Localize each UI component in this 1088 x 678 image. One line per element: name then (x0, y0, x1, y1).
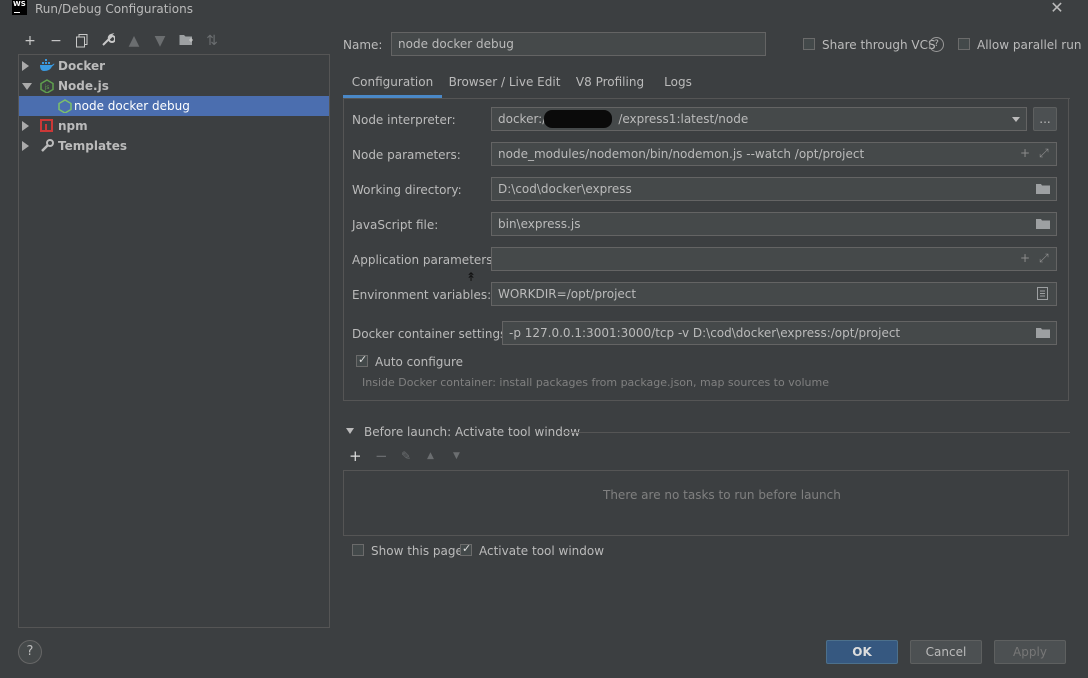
add-icon[interactable]: + (349, 447, 362, 465)
window-title: Run/Debug Configurations (35, 2, 193, 16)
help-button[interactable]: ? (18, 640, 42, 664)
close-icon[interactable]: ✕ (1049, 0, 1065, 16)
node-parameters-label: Node parameters: (352, 148, 461, 162)
edit-list-icon[interactable] (1037, 287, 1048, 303)
tree-item-label: npm (58, 119, 88, 133)
move-down-icon[interactable]: ▼ (453, 451, 460, 461)
before-launch-tasks-list (343, 470, 1069, 536)
auto-configure-label: Auto configure (375, 355, 464, 369)
apply-button[interactable]: Apply (994, 640, 1066, 664)
tree-item-docker[interactable]: Docker (19, 56, 329, 76)
environment-variables-input[interactable]: WORKDIR=/opt/project (491, 282, 1057, 306)
activate-tool-window-label: Activate tool window (479, 544, 605, 558)
node-parameters-input[interactable]: node_modules/nodemon/bin/nodemon.js --wa… (491, 142, 1057, 166)
tab-v8-profiling[interactable]: V8 Profiling (570, 72, 650, 98)
auto-configure-checkbox[interactable] (356, 353, 368, 367)
show-this-page-checkbox[interactable] (352, 544, 364, 556)
node-interpreter-label: Node interpreter: (352, 113, 456, 127)
before-launch-title[interactable]: Before launch: Activate tool window (364, 425, 580, 439)
folder-icon[interactable] (1036, 218, 1050, 232)
docker-container-settings-label: Docker container settings: (352, 327, 511, 341)
npm-icon (40, 119, 54, 133)
name-label: Name: (343, 38, 383, 52)
help-icon[interactable]: ? (929, 37, 944, 52)
before-launch-separator (563, 432, 1070, 433)
tree-item-label: Node.js (58, 79, 109, 93)
expand-icon[interactable]: ⤢ (1039, 146, 1049, 161)
mouse-cursor-icon: ↟ (466, 270, 477, 284)
show-this-page-label: Show this page (371, 544, 463, 558)
svg-text:js: js (44, 84, 50, 91)
add-icon[interactable]: + (1020, 251, 1030, 265)
webstorm-logo-icon: WS (12, 0, 27, 15)
tree-item-nodejs[interactable]: js Node.js (19, 76, 329, 96)
allow-parallel-label: Allow parallel run (977, 38, 1082, 52)
ok-button[interactable]: OK (826, 640, 898, 664)
share-vcs-label: Share through VCS (822, 38, 936, 52)
nodejs-icon: js (40, 79, 54, 94)
redacted-block (544, 110, 612, 128)
remove-icon[interactable]: − (375, 447, 388, 465)
allow-parallel-checkbox[interactable] (958, 38, 970, 50)
cancel-button[interactable]: Cancel (910, 640, 982, 664)
chevron-down-icon[interactable] (1012, 117, 1020, 122)
expand-arrow-icon[interactable] (22, 121, 29, 131)
node-interpreter-select[interactable]: docker:// /express1:latest/node (491, 107, 1027, 131)
activate-tool-window-checkbox[interactable] (460, 542, 472, 556)
tree-item-label: node docker debug (74, 99, 190, 113)
tab-browser-live-edit[interactable]: Browser / Live Edit (447, 72, 562, 98)
empty-tasks-text: There are no tasks to run before launch (603, 488, 841, 502)
edit-icon[interactable]: ✎ (401, 449, 411, 463)
working-directory-label: Working directory: (352, 183, 462, 197)
auto-configure-hint: Inside Docker container: install package… (362, 376, 829, 389)
add-icon[interactable]: + (1020, 146, 1030, 160)
environment-variables-label: Environment variables: (352, 288, 492, 302)
expand-arrow-icon[interactable] (22, 141, 29, 151)
move-down-icon[interactable]: ▼ (152, 33, 168, 49)
sort-icon[interactable]: ⇅ (204, 33, 220, 49)
add-icon[interactable]: + (22, 33, 38, 49)
expand-arrow-icon[interactable] (22, 61, 29, 71)
folder-icon[interactable] (1036, 327, 1050, 341)
application-parameters-input[interactable] (491, 247, 1057, 271)
tree-item-node-docker-debug[interactable]: node docker debug (19, 96, 329, 116)
configurations-tree: Docker js Node.js node docker debug npm … (18, 54, 330, 628)
folder-icon[interactable] (1036, 183, 1050, 197)
tree-item-label: Docker (58, 59, 106, 73)
tree-item-label: Templates (58, 139, 128, 153)
collapse-arrow-icon[interactable] (346, 428, 354, 434)
tree-item-templates[interactable]: Templates (19, 136, 329, 156)
folder-add-icon[interactable] (178, 33, 194, 49)
node-interpreter-suffix: /express1:latest/node (618, 112, 749, 126)
share-vcs-checkbox[interactable] (803, 38, 815, 50)
wrench-icon (40, 139, 54, 153)
move-up-icon[interactable]: ▲ (427, 451, 434, 461)
tree-item-npm[interactable]: npm (19, 116, 329, 136)
docker-container-settings-input[interactable]: -p 127.0.0.1:3001:3000/tcp -v D:\cod\doc… (502, 321, 1057, 345)
docker-icon (39, 59, 55, 73)
copy-icon[interactable] (74, 33, 90, 49)
javascript-file-input[interactable]: bin\express.js (491, 212, 1057, 236)
nodejs-config-icon (58, 99, 72, 114)
javascript-file-label: JavaScript file: (352, 218, 439, 232)
move-up-icon[interactable]: ▲ (126, 33, 142, 49)
working-directory-input[interactable]: D:\cod\docker\express (491, 177, 1057, 201)
wrench-icon[interactable] (100, 33, 116, 49)
remove-icon[interactable]: − (48, 33, 64, 49)
node-interpreter-prefix: docker:// (498, 112, 551, 126)
browse-interpreter-button[interactable]: ... (1033, 107, 1057, 131)
expand-icon[interactable]: ⤢ (1039, 251, 1049, 266)
tab-logs[interactable]: Logs (657, 72, 699, 98)
collapse-arrow-icon[interactable] (22, 83, 32, 90)
application-parameters-label: Application parameters: (352, 253, 497, 267)
name-input[interactable]: node docker debug (391, 32, 766, 56)
